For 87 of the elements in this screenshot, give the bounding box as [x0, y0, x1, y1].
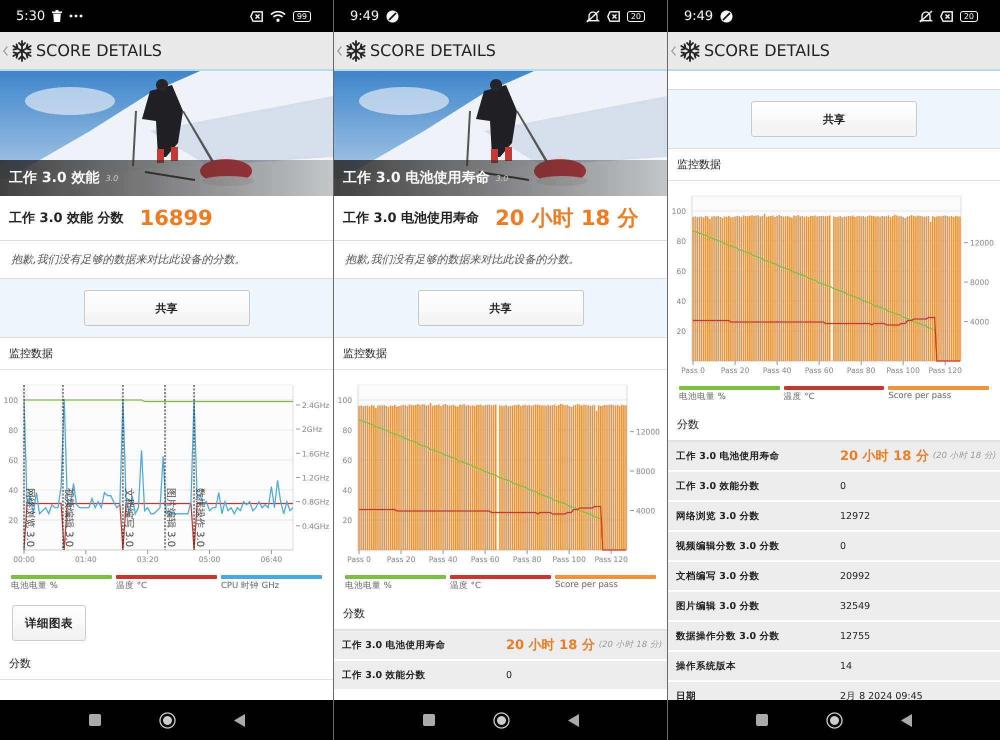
share-button[interactable]: 共享: [751, 101, 917, 137]
app-title: SCORE DETAILS: [370, 41, 496, 60]
legend-label: 温度 °C: [116, 580, 148, 592]
circle-slash-icon: [386, 10, 400, 22]
status-time: 5:30: [16, 8, 46, 24]
marker-label: 数据操作 3.0: [194, 488, 206, 548]
section-heading: 分数: [9, 656, 31, 671]
section-heading: 分数: [677, 417, 699, 432]
legend-label: 温度 °C: [784, 391, 816, 403]
row-value: 0: [840, 540, 846, 552]
row-value: 20992: [840, 570, 870, 582]
notice-text: 抱歉,我们没有足够的数据来对比此设备的分数。: [345, 252, 580, 267]
marker-label: 视频编辑 3.0: [63, 488, 74, 548]
status-time: 9:49: [350, 8, 380, 24]
recents-button[interactable]: [422, 714, 434, 726]
recents-button[interactable]: [88, 714, 100, 726]
hero-title: 工作 3.0 效能: [9, 169, 100, 187]
score-value: 20 小时 18 分: [495, 205, 638, 232]
notice-text: 抱歉,我们没有足够的数据来对比此设备的分数。: [11, 252, 246, 267]
legend-label: 温度 °C: [450, 580, 482, 592]
row-label: 工作 3.0 效能分数: [676, 480, 760, 492]
share-button[interactable]: 共享: [84, 290, 250, 326]
battery-indicator: 20: [626, 10, 645, 22]
back-button[interactable]: [568, 714, 578, 726]
marker-label: 图片编辑 3.0: [165, 488, 176, 548]
row-label: 文档编写 3.0 分数: [676, 570, 760, 582]
section-heading: 监控数据: [9, 346, 53, 361]
home-button[interactable]: [826, 712, 843, 728]
legend-label: 电池电量 %: [11, 580, 59, 592]
section-heading: 分数: [343, 606, 365, 621]
version-label: 3.0: [106, 174, 118, 182]
row-label: 工作 3.0 电池使用寿命: [676, 450, 780, 462]
close-box-icon: [940, 10, 953, 22]
row-value: 2月 8 2024 09:45: [840, 690, 923, 700]
back-button[interactable]: [901, 714, 912, 726]
row-label: 网络浏览 3.0 分数: [676, 510, 760, 522]
battery-indicator: 99: [292, 10, 311, 22]
row-value: 20 小时 18 分: [506, 637, 595, 654]
home-button[interactable]: [158, 712, 176, 728]
legend-label: 电池电量 %: [679, 391, 727, 403]
snowflake-icon: [11, 40, 33, 62]
row-value: 20 小时 18 分: [840, 448, 929, 465]
row-value: 0: [840, 480, 846, 492]
close-box-icon: [250, 10, 263, 22]
marker-label: 网络浏览 3.0: [24, 488, 35, 548]
row-label: 工作 3.0 效能分数: [342, 668, 426, 682]
score-label: 工作 3.0 效能 分数: [9, 210, 124, 227]
marker-label: 文档编写 3.0: [122, 488, 134, 548]
row-label: 图片编辑 3.0 分数: [676, 600, 760, 612]
row-value: 0: [506, 670, 512, 680]
battery-indicator: 20: [960, 10, 978, 22]
trash-icon: [52, 10, 62, 22]
legend-label: 电池电量 %: [345, 580, 393, 592]
home-button[interactable]: [492, 712, 510, 728]
status-time: 9:49: [684, 8, 714, 24]
row-label: 工作 3.0 电池使用寿命: [342, 638, 446, 652]
row-value: 12972: [840, 510, 870, 522]
legend-label: CPU 时钟 GHz: [221, 580, 280, 592]
row-label: 操作系统版本: [676, 660, 737, 672]
row-note: (20 小时 18 分): [598, 639, 662, 651]
share-button[interactable]: 共享: [418, 290, 584, 326]
more-icon: [69, 14, 84, 18]
row-value: 14: [840, 660, 852, 672]
score-label: 工作 3.0 电池使用寿命: [343, 210, 480, 227]
circle-slash-icon: [720, 10, 734, 22]
bell-slash-icon: [586, 10, 600, 22]
legend-label: Score per pass: [888, 391, 952, 401]
bell-slash-icon: [918, 10, 933, 22]
row-value: 32549: [840, 600, 870, 612]
close-box-icon: [606, 10, 620, 22]
row-value: 12755: [840, 630, 870, 642]
row-label: 视频编辑分数 3.0 分数: [676, 540, 780, 552]
row-label: 日期: [676, 690, 697, 700]
section-heading: 监控数据: [343, 346, 387, 361]
app-title: SCORE DETAILS: [704, 41, 830, 60]
score-value: 16899: [140, 206, 213, 230]
wifi-icon: [270, 10, 286, 22]
back-button[interactable]: [234, 714, 244, 726]
details-button[interactable]: 详细图表: [12, 605, 86, 641]
row-label: 数据操作分数 3.0 分数: [676, 630, 780, 642]
legend-label: Score per pass: [555, 580, 619, 590]
app-title: SCORE DETAILS: [36, 41, 162, 60]
section-heading: 监控数据: [677, 157, 721, 172]
hero-title: 工作 3.0 电池使用寿命: [343, 169, 490, 187]
snowflake-icon: [345, 40, 367, 62]
row-note: (20 小时 18 分): [932, 450, 996, 462]
snowflake-icon: [679, 40, 701, 62]
